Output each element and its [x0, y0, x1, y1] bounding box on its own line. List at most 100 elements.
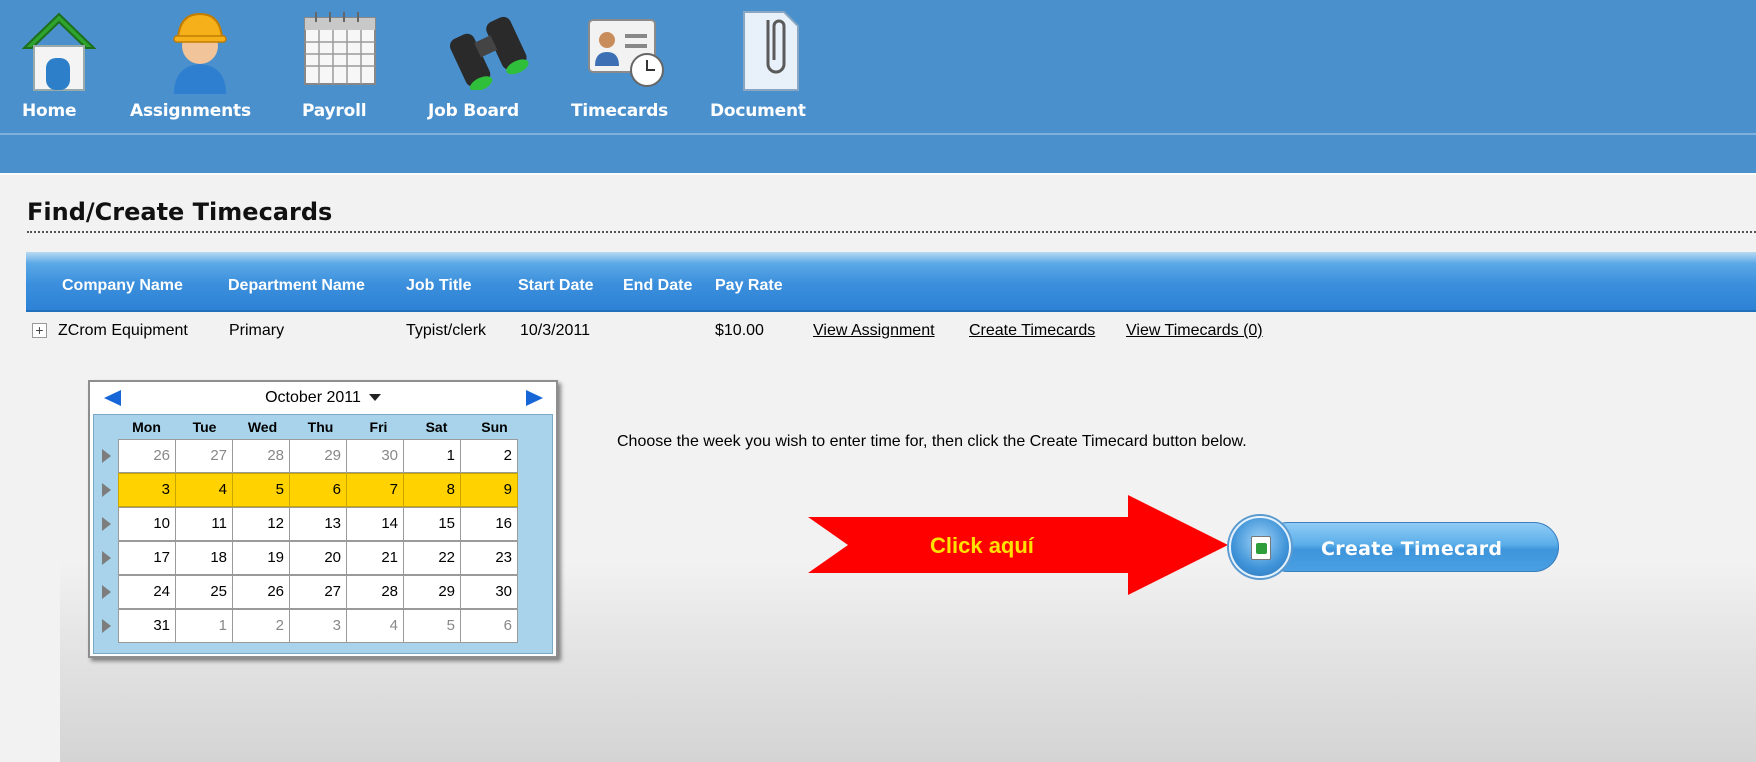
- calendar-day-cell[interactable]: 23: [460, 541, 518, 575]
- calendar-week-row[interactable]: 10 11 12 13 14 15 16: [118, 507, 550, 541]
- col-header-start-date[interactable]: Start Date: [518, 277, 594, 295]
- calendar-day-cell[interactable]: 2: [232, 609, 290, 643]
- calendar-day-cell[interactable]: 29: [403, 575, 461, 609]
- calendar-day-cell[interactable]: 26: [232, 575, 290, 609]
- nav-label-payroll: Payroll: [302, 101, 367, 121]
- calendar-day-cell[interactable]: 25: [175, 575, 233, 609]
- calendar-day-cell[interactable]: 30: [460, 575, 518, 609]
- calendar-day-cell[interactable]: 11: [175, 507, 233, 541]
- calendar-day-cell[interactable]: 3: [289, 609, 347, 643]
- create-timecard-label: Create Timecard: [1321, 538, 1503, 560]
- week-select-arrow-icon[interactable]: [102, 517, 111, 531]
- calendar-day-cell[interactable]: 4: [175, 473, 233, 507]
- calendar-day-cell[interactable]: 22: [403, 541, 461, 575]
- calendar-month-label: October 2011: [265, 389, 361, 406]
- weekday-header: Sun: [481, 419, 508, 435]
- nav-item-home[interactable]: Home: [21, 0, 102, 133]
- weekday-header: Mon: [132, 419, 161, 435]
- col-header-department-name[interactable]: Department Name: [228, 277, 365, 295]
- calendar-week-row[interactable]: 31 1 2 3 4 5 6: [118, 609, 550, 643]
- calendar-day-cell[interactable]: 24: [118, 575, 176, 609]
- cell-start-date: 10/3/2011: [520, 322, 590, 339]
- calendar-day-cell[interactable]: 5: [403, 609, 461, 643]
- create-timecards-link[interactable]: Create Timecards: [969, 322, 1095, 340]
- calendar-month-selector[interactable]: October 2011: [90, 382, 556, 412]
- calendar-day-cell[interactable]: 3: [118, 473, 176, 507]
- page-title: Find/Create Timecards: [27, 198, 333, 226]
- week-select-arrow-icon[interactable]: [102, 619, 111, 633]
- calendar-day-cell[interactable]: 28: [346, 575, 404, 609]
- calendar-day-cell[interactable]: 9: [460, 473, 518, 507]
- calendar-day-cell[interactable]: 20: [289, 541, 347, 575]
- calendar-week-row[interactable]: 17 18 19 20 21 22 23: [118, 541, 550, 575]
- weekday-header: Thu: [307, 419, 334, 435]
- calendar-day-cell[interactable]: 6: [460, 609, 518, 643]
- week-select-arrow-icon[interactable]: [102, 585, 111, 599]
- nav-label-home: Home: [22, 101, 77, 121]
- calendar-week-row[interactable]: 24 25 26 27 28 29 30: [118, 575, 550, 609]
- calendar-day-cell[interactable]: 29: [289, 439, 347, 473]
- calendar-day-cell[interactable]: 17: [118, 541, 176, 575]
- col-header-job-title[interactable]: Job Title: [406, 277, 472, 295]
- calendar-grid: Mon Tue Wed Thu Fri Sat Sun 26 27 28 29 30 1 2 3 4 5 6 7 8 9…: [93, 414, 553, 654]
- nav-item-job-board[interactable]: Job Board: [428, 0, 540, 133]
- nav-label-job-board: Job Board: [428, 101, 519, 121]
- nav-item-document[interactable]: Document: [710, 0, 820, 133]
- nav-label-timecards: Timecards: [571, 101, 669, 121]
- calendar-day-cell[interactable]: 21: [346, 541, 404, 575]
- nav-item-assignments[interactable]: Assignments: [130, 0, 270, 133]
- create-timecard-icon-circle: [1229, 516, 1291, 578]
- calendar-day-cell[interactable]: 13: [289, 507, 347, 541]
- calendar-day-cell[interactable]: 8: [403, 473, 461, 507]
- create-timecard-button[interactable]: Create Timecard: [1229, 516, 1561, 578]
- calendar-day-cell[interactable]: 18: [175, 541, 233, 575]
- cell-department: Primary: [229, 322, 285, 339]
- calendar-day-cell[interactable]: 10: [118, 507, 176, 541]
- calendar-day-cell[interactable]: 15: [403, 507, 461, 541]
- view-timecards-link[interactable]: View Timecards (0): [1126, 322, 1263, 340]
- sub-nav-bar: [0, 133, 1756, 173]
- calendar-grid-icon: [302, 8, 378, 93]
- nav-item-timecards[interactable]: Timecards: [571, 0, 683, 133]
- calendar-day-cell[interactable]: 2: [460, 439, 518, 473]
- col-header-end-date[interactable]: End Date: [623, 277, 692, 295]
- house-icon: [21, 8, 97, 99]
- calendar-week-row[interactable]: 26 27 28 29 30 1 2: [118, 439, 550, 473]
- nav-item-payroll[interactable]: Payroll: [302, 0, 392, 133]
- calendar-day-cell[interactable]: 16: [460, 507, 518, 541]
- calendar-day-cell[interactable]: 4: [346, 609, 404, 643]
- calendar-day-cell[interactable]: 26: [118, 439, 176, 473]
- week-select-arrow-icon[interactable]: [102, 483, 111, 497]
- calendar-day-cell[interactable]: 5: [232, 473, 290, 507]
- click-here-label: Click aquí: [930, 533, 1034, 558]
- weekday-header: Fri: [369, 419, 388, 435]
- row-expand-button[interactable]: +: [32, 323, 47, 338]
- calendar-day-cell[interactable]: 6: [289, 473, 347, 507]
- next-month-arrow-icon[interactable]: [526, 390, 543, 406]
- calendar-day-cell[interactable]: 30: [346, 439, 404, 473]
- calendar-day-cell[interactable]: 27: [289, 575, 347, 609]
- binoculars-icon: [444, 8, 530, 95]
- cell-job-title: Typist/clerk: [406, 322, 487, 339]
- weekday-header: Tue: [192, 419, 217, 435]
- col-header-pay-rate[interactable]: Pay Rate: [715, 277, 783, 295]
- calendar-week-row[interactable]: 3456789: [118, 473, 550, 507]
- calendar-day-cell[interactable]: 28: [232, 439, 290, 473]
- calendar-day-cell[interactable]: 19: [232, 541, 290, 575]
- document-add-icon: [1251, 536, 1271, 560]
- calendar-day-cell[interactable]: 12: [232, 507, 290, 541]
- calendar-day-cell[interactable]: 1: [403, 439, 461, 473]
- calendar-day-cell[interactable]: 14: [346, 507, 404, 541]
- title-divider: [27, 231, 1756, 233]
- weekday-header: Wed: [247, 419, 278, 435]
- col-header-company-name[interactable]: Company Name: [62, 277, 183, 295]
- calendar-day-cell[interactable]: 7: [346, 473, 404, 507]
- calendar-day-cell[interactable]: 1: [175, 609, 233, 643]
- calendar-day-cell[interactable]: 27: [175, 439, 233, 473]
- week-select-arrow-icon[interactable]: [102, 449, 111, 463]
- week-select-arrow-icon[interactable]: [102, 551, 111, 565]
- view-assignment-link[interactable]: View Assignment: [813, 322, 935, 340]
- id-card-clock-icon: [585, 8, 669, 95]
- cell-company: ZCrom Equipment: [58, 322, 188, 339]
- calendar-day-cell[interactable]: 31: [118, 609, 176, 643]
